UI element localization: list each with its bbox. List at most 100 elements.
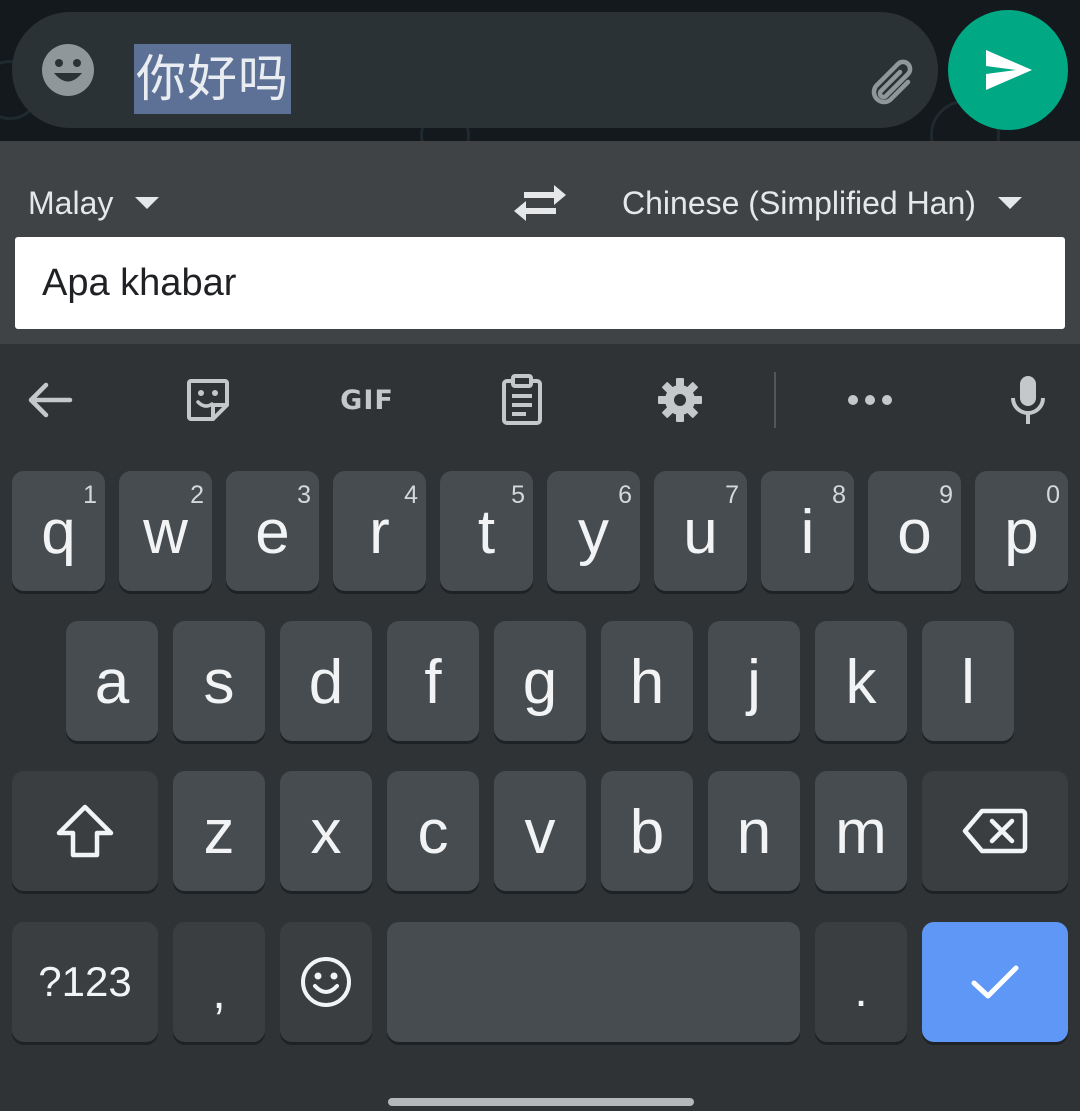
backspace-key[interactable]	[922, 771, 1068, 891]
key-label: l	[961, 647, 975, 717]
key-label: v	[524, 797, 556, 867]
translate-source-input[interactable]: Apa khabar	[15, 237, 1065, 329]
key-label: u	[683, 497, 718, 567]
key-l[interactable]: l	[922, 621, 1014, 741]
gif-label: GIF	[340, 384, 394, 416]
key-label: o	[897, 497, 932, 567]
period-key[interactable]: .	[815, 922, 907, 1042]
dropdown-arrow-icon	[997, 197, 1022, 209]
key-n[interactable]: n	[708, 771, 800, 891]
keyboard-toolbar: GIF	[0, 344, 1080, 456]
toolbar-divider	[774, 372, 776, 428]
key-label: ?123	[38, 958, 132, 1005]
key-label: p	[1004, 497, 1039, 567]
key-hint: 5	[511, 481, 525, 509]
key-t[interactable]: 5t	[440, 471, 533, 591]
key-label: q	[41, 497, 76, 567]
key-hint: 2	[190, 481, 204, 509]
key-hint: 6	[618, 481, 632, 509]
key-b[interactable]: b	[601, 771, 693, 891]
comma-key[interactable]: ,	[173, 922, 265, 1042]
target-language-dropdown[interactable]: Chinese (Simplified Han)	[622, 163, 1022, 243]
gear-icon[interactable]	[650, 372, 710, 428]
key-label: b	[629, 797, 665, 867]
key-hint: 1	[83, 481, 97, 509]
key-label: f	[424, 647, 442, 717]
key-label: y	[578, 497, 609, 567]
key-label: g	[522, 647, 558, 717]
key-w[interactable]: 2w	[119, 471, 212, 591]
key-y[interactable]: 6y	[547, 471, 640, 591]
key-label: ,	[212, 966, 226, 1019]
shift-key[interactable]	[12, 771, 158, 891]
send-button[interactable]	[948, 10, 1068, 130]
symbols-key[interactable]: ?123	[12, 922, 158, 1042]
key-f[interactable]: f	[387, 621, 479, 741]
swap-languages-button[interactable]	[510, 161, 570, 241]
key-label: j	[747, 647, 761, 717]
enter-key[interactable]	[922, 922, 1068, 1042]
key-hint: 4	[404, 481, 418, 509]
sticker-icon[interactable]	[178, 372, 238, 428]
key-r[interactable]: 4r	[333, 471, 426, 591]
key-a[interactable]: a	[66, 621, 158, 741]
dropdown-arrow-icon	[135, 197, 160, 209]
emoji-smile-icon[interactable]	[40, 42, 96, 98]
key-e[interactable]: 3e	[226, 471, 319, 591]
key-p[interactable]: 0p	[975, 471, 1068, 591]
key-m[interactable]: m	[815, 771, 907, 891]
key-label: k	[845, 647, 877, 717]
key-label: h	[629, 647, 665, 717]
key-hint: 8	[832, 481, 846, 509]
key-label: .	[854, 964, 868, 1017]
emoji-key[interactable]	[280, 922, 372, 1042]
source-language-label: Malay	[28, 185, 114, 221]
key-label: c	[417, 797, 449, 867]
key-o[interactable]: 9o	[868, 471, 961, 591]
key-label: t	[477, 497, 496, 567]
key-z[interactable]: z	[173, 771, 265, 891]
checkmark-icon	[971, 965, 1019, 999]
key-label: r	[369, 497, 390, 567]
source-language-dropdown[interactable]: Malay	[28, 163, 160, 243]
swap-arrows-icon	[514, 185, 566, 221]
message-input-box[interactable]: 你好吗	[12, 12, 938, 128]
key-s[interactable]: s	[173, 621, 265, 741]
key-q[interactable]: 1q	[12, 471, 105, 591]
key-label: d	[308, 647, 344, 717]
key-hint: 9	[939, 481, 953, 509]
key-i[interactable]: 8i	[761, 471, 854, 591]
home-gesture-bar[interactable]	[388, 1098, 694, 1106]
space-key[interactable]	[387, 922, 800, 1042]
chat-compose-area: 你好吗	[0, 0, 1080, 141]
microphone-icon[interactable]	[998, 372, 1058, 428]
key-label: a	[94, 647, 130, 717]
key-hint: 0	[1046, 481, 1060, 509]
shift-arrow-icon	[56, 804, 114, 858]
key-u[interactable]: 7u	[654, 471, 747, 591]
key-label: x	[310, 797, 342, 867]
translate-panel: Malay Chinese (Simplified Han) Apa khaba…	[0, 141, 1080, 344]
emoji-smile-icon	[301, 957, 351, 1007]
gif-button[interactable]: GIF	[332, 372, 402, 428]
paperclip-icon[interactable]	[862, 52, 928, 118]
arrow-left-icon[interactable]	[20, 372, 80, 428]
key-label: m	[835, 797, 887, 867]
key-v[interactable]: v	[494, 771, 586, 891]
key-g[interactable]: g	[494, 621, 586, 741]
backspace-icon	[962, 808, 1028, 854]
key-x[interactable]: x	[280, 771, 372, 891]
key-label: z	[203, 797, 235, 867]
key-label: e	[255, 497, 290, 567]
key-label: w	[143, 497, 188, 567]
send-arrow-icon	[986, 50, 1032, 90]
key-d[interactable]: d	[280, 621, 372, 741]
key-c[interactable]: c	[387, 771, 479, 891]
key-label: i	[800, 497, 815, 567]
clipboard-icon[interactable]	[492, 372, 552, 428]
more-dots-icon[interactable]	[840, 372, 900, 428]
message-text[interactable]: 你好吗	[134, 44, 291, 114]
key-j[interactable]: j	[708, 621, 800, 741]
key-h[interactable]: h	[601, 621, 693, 741]
key-k[interactable]: k	[815, 621, 907, 741]
